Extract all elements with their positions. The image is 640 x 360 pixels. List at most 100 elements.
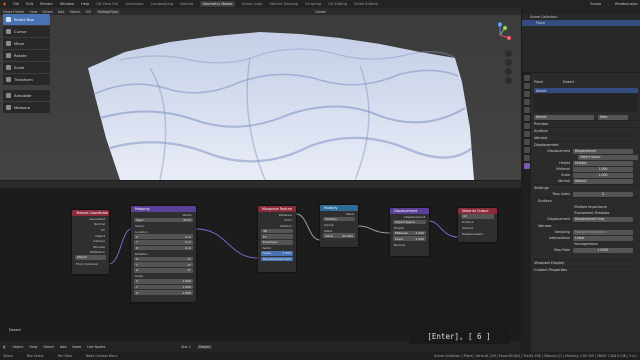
menu-retopoflow[interactable]: RetopoFlow xyxy=(96,9,120,14)
displacement-scale-field[interactable]: Scale 1.000 xyxy=(393,236,426,241)
view-layer-selector[interactable]: RenderLayer xyxy=(615,2,638,6)
socket-height[interactable]: Height xyxy=(390,225,429,231)
render-tab-icon[interactable] xyxy=(523,83,530,89)
midlevel-field[interactable]: 1.000 xyxy=(573,166,633,172)
workspace-tab[interactable]: Game Logic xyxy=(242,2,263,6)
transform-orientation-dropdown[interactable]: Global xyxy=(315,10,326,14)
properties-editor[interactable]: Plane Desert Desert Desert Data Preview … xyxy=(522,73,640,352)
socket-value-out[interactable]: Value xyxy=(320,211,358,217)
pass-index-field[interactable]: 0 xyxy=(573,191,633,197)
menu-view[interactable]: View xyxy=(29,345,37,349)
output-tab-icon[interactable] xyxy=(523,91,530,97)
scale-field[interactable]: 1.000 xyxy=(573,172,633,178)
constraints-tab-icon[interactable] xyxy=(523,147,530,153)
workspace-tab[interactable]: UV Editing xyxy=(328,2,347,6)
menu-file[interactable]: File xyxy=(13,2,19,6)
workspace-tab[interactable]: Motion Tracking xyxy=(270,2,298,6)
scene-selector[interactable]: Scene xyxy=(590,2,601,6)
menu-window[interactable]: Window xyxy=(60,2,74,6)
menu-select[interactable]: Select xyxy=(43,345,53,349)
material-link-dropdown[interactable]: Data xyxy=(598,114,628,120)
object-mode-dropdown[interactable]: Object Mode xyxy=(3,10,24,14)
menu-render[interactable]: Render xyxy=(40,2,53,6)
material-selector[interactable]: Desert xyxy=(196,344,213,349)
rotation-y-field[interactable]: Y 0° xyxy=(134,262,193,267)
modifier-tab-icon[interactable] xyxy=(523,123,530,129)
object-field[interactable]: Object xyxy=(75,255,106,260)
from-instancer-checkbox[interactable]: From Instancer xyxy=(72,261,109,267)
slot-dropdown[interactable]: Slot 1 xyxy=(181,345,191,349)
node-texture-coordinate[interactable]: Texture Coordinate Generated Normal UV O… xyxy=(72,210,109,274)
menu-view[interactable]: View xyxy=(29,10,37,14)
location-y-field[interactable]: Y0 m xyxy=(134,239,193,245)
scene-tab-icon[interactable] xyxy=(523,99,530,105)
node-material-output[interactable]: Material Output All Surface Volume Displ… xyxy=(458,208,497,242)
scale-z-field[interactable]: Z 1.000 xyxy=(134,290,193,295)
menu-help[interactable]: Help xyxy=(81,2,89,6)
menu-select[interactable]: Select xyxy=(42,10,52,14)
socket-normal[interactable]: Normal xyxy=(390,242,429,248)
menu-add[interactable]: Add xyxy=(60,345,67,349)
scale-y-field[interactable]: Y 1.000 xyxy=(134,284,193,290)
interpolation-dropdown[interactable]: Linear xyxy=(573,235,633,241)
metric-dropdown[interactable]: Euclidean xyxy=(261,239,293,245)
slot-list-area[interactable] xyxy=(534,94,638,112)
workspace-tab[interactable]: Default xyxy=(180,2,193,6)
panel-surface[interactable]: Surface xyxy=(534,127,638,134)
shader-node-editor[interactable]: Texture Coordinate Generated Normal UV O… xyxy=(0,181,521,341)
displacement-method-dropdown[interactable]: Displacement Only xyxy=(573,216,633,222)
node-mapping[interactable]: Mapping Vector Type: Point Vector Locatio… xyxy=(131,206,196,302)
material-name-field[interactable]: Desert xyxy=(534,114,594,120)
tool-annotate[interactable]: Annotate xyxy=(3,90,50,101)
scale-x-field[interactable]: X 1.000 xyxy=(134,279,193,284)
location-x-field[interactable]: X0 m xyxy=(134,234,193,239)
sampling-dropdown[interactable]: Multiple Importance xyxy=(573,229,633,235)
pan-hand-icon[interactable] xyxy=(505,59,512,66)
rotation-z-field[interactable]: Z 0° xyxy=(134,267,193,273)
socket-displacement-in[interactable]: Displacement xyxy=(458,231,497,237)
height-field[interactable]: Multiply xyxy=(573,160,633,166)
midlevel-field[interactable]: Midlevel 1.000 xyxy=(393,230,426,236)
material-tab-icon[interactable] xyxy=(523,163,530,169)
normal-field[interactable]: Default xyxy=(573,178,633,184)
tool-rotate[interactable]: Rotate xyxy=(3,50,50,61)
menu-add[interactable]: Add xyxy=(58,10,65,14)
tool-scale[interactable]: Scale xyxy=(3,62,50,73)
world-tab-icon[interactable] xyxy=(523,107,530,113)
panel-viewport-display[interactable]: Viewport Display xyxy=(534,259,638,266)
feature-dropdown[interactable]: F1 xyxy=(261,234,293,239)
object-tab-icon[interactable] xyxy=(523,115,530,121)
dimensions-dropdown[interactable]: 3D xyxy=(261,228,293,234)
shader-type-dropdown[interactable]: Object xyxy=(12,345,23,349)
tool-move[interactable]: Move xyxy=(3,38,50,49)
workspace-tab-active[interactable]: Geometry Nodes xyxy=(200,1,235,7)
space-dropdown[interactable]: Object Space xyxy=(578,154,638,160)
outliner-item-plane[interactable]: Plane xyxy=(522,20,640,26)
panel-settings[interactable]: Settings xyxy=(534,184,638,191)
multiply-value-field[interactable]: Value -10.000 xyxy=(323,233,355,238)
particles-tab-icon[interactable] xyxy=(523,131,530,137)
zoom-icon[interactable] xyxy=(505,50,512,57)
node-displacement[interactable]: Displacement Displacement Object Space H… xyxy=(390,208,429,256)
tool-tab-icon[interactable] xyxy=(523,75,530,81)
menu-object[interactable]: Object xyxy=(69,10,80,14)
target-dropdown[interactable]: All xyxy=(461,214,494,219)
operation-dropdown[interactable]: Multiply xyxy=(323,216,355,222)
subpanel-volume[interactable]: Volume xyxy=(534,222,638,229)
physics-tab-icon[interactable] xyxy=(523,139,530,145)
rotation-x-field[interactable]: X 0° xyxy=(134,256,193,262)
tool-transform[interactable]: Transform xyxy=(3,74,50,85)
menu-node[interactable]: Node xyxy=(72,345,81,349)
workspace-tab[interactable]: 3D View Full xyxy=(96,2,118,6)
tool-measure[interactable]: Measure xyxy=(3,102,50,113)
editor-type-icon[interactable]: ◧ xyxy=(3,345,6,349)
space-dropdown[interactable]: Object Space xyxy=(393,219,426,225)
workspace-tab[interactable]: Compositing xyxy=(151,2,174,6)
panel-custom-properties[interactable]: Custom Properties xyxy=(534,266,638,273)
blender-logo-icon[interactable]: ◉ xyxy=(3,2,6,6)
workspace-tab[interactable]: Scripting xyxy=(305,2,321,6)
subpanel-surface[interactable]: Surface xyxy=(534,197,638,204)
scale-field[interactable]: Scale 3.000 xyxy=(261,251,293,256)
data-tab-icon[interactable] xyxy=(523,155,530,161)
panel-volume[interactable]: Volume xyxy=(534,134,638,141)
